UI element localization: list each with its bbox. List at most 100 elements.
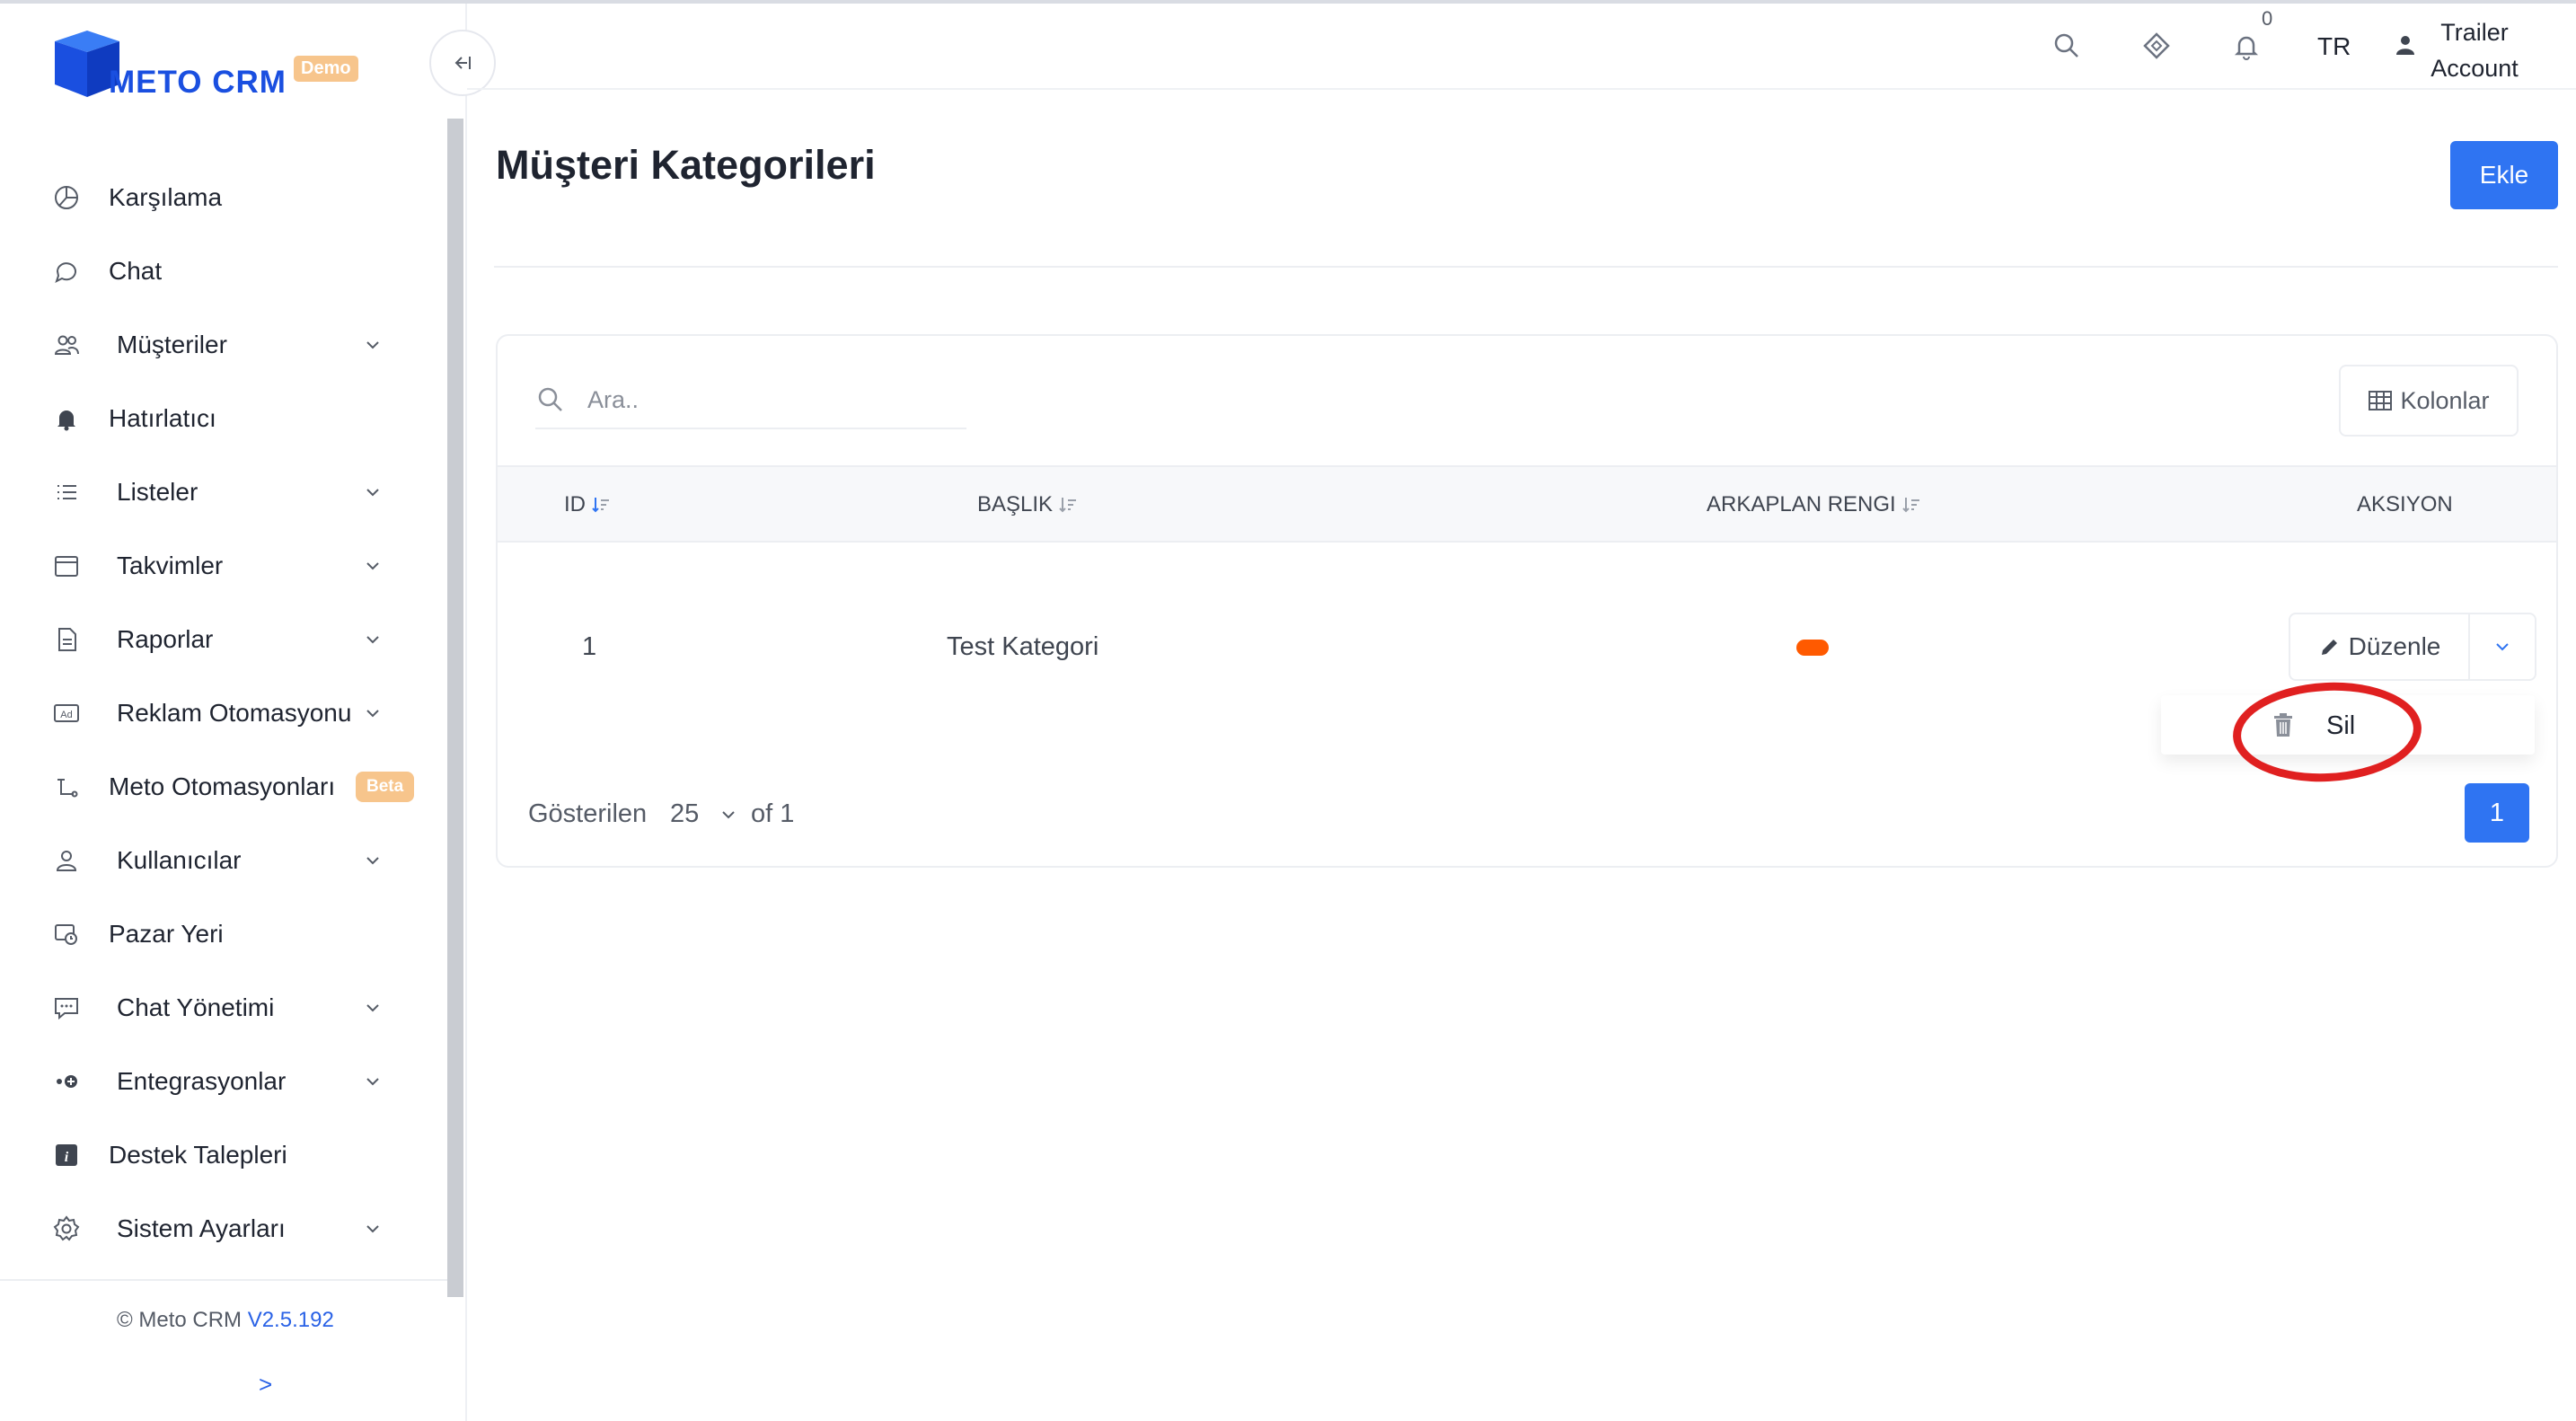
bell-icon[interactable] xyxy=(2231,31,2262,61)
sort-icon xyxy=(1902,498,1919,513)
sidebar-item-hatirlatici[interactable]: Hatırlatıcı xyxy=(0,392,422,446)
header-title-label: BAŞLIK xyxy=(977,492,1054,516)
chat-manage-icon xyxy=(55,998,78,1020)
sidebar-item-label: Takvimler xyxy=(117,552,224,579)
chevron-down-icon xyxy=(366,636,379,644)
marketplace-icon xyxy=(55,924,77,945)
sidebar-item-meto-otomasyonlari[interactable]: Meto Otomasyonları Beta xyxy=(0,760,422,814)
chevron-down-icon xyxy=(2496,643,2509,651)
chevron-down-icon xyxy=(366,857,379,865)
sidebar-item-chat-yonetimi[interactable]: Chat Yönetimi xyxy=(0,981,422,1035)
demo-badge: Demo xyxy=(294,56,358,82)
chevron-down-icon xyxy=(366,489,379,497)
page-button-current[interactable]: 1 xyxy=(2465,783,2529,843)
sidebar-item-label: Kullanıcılar xyxy=(117,846,242,874)
sidebar-item-destek-talepleri[interactable]: i Destek Talepleri xyxy=(0,1128,422,1182)
sort-icon xyxy=(1059,498,1077,513)
sidebar-item-pazar-yeri[interactable]: Pazar Yeri xyxy=(0,907,422,961)
table-header: ID BAŞLIK ARKAPLAN RENGI AKSIYON xyxy=(498,465,2556,543)
sidebar-item-sistem-ayarlari[interactable]: Sistem Ayarları xyxy=(0,1202,422,1256)
copyright-text: © Meto CRM xyxy=(117,1308,243,1332)
sidebar-item-label: Karşılama xyxy=(109,183,223,211)
edit-button[interactable]: Düzenle xyxy=(2289,613,2468,681)
sidebar-item-label: Reklam Otomasyonu xyxy=(117,699,352,727)
pencil-icon xyxy=(2321,640,2337,655)
columns-button[interactable]: Kolonlar xyxy=(2339,365,2519,437)
info-icon: i xyxy=(56,1144,77,1166)
sidebar-item-label: Raporlar xyxy=(117,625,214,653)
columns-label: Kolonlar xyxy=(2400,386,2490,414)
integration-icon xyxy=(57,1075,77,1088)
ad-icon: Ad xyxy=(54,704,79,722)
chevron-down-icon xyxy=(366,562,379,570)
user-menu[interactable]: Trailer Account xyxy=(2425,14,2524,86)
sidebar-item-label: Meto Otomasyonları xyxy=(109,772,336,800)
header-id[interactable]: ID xyxy=(564,492,611,517)
chat-bubble-icon xyxy=(55,262,76,283)
sidebar: METO CRM Demo Karşılama Chat Müşteriler … xyxy=(0,4,467,1421)
language-selector[interactable]: TR xyxy=(2317,32,2351,61)
sidebar-item-label: Hatırlatıcı xyxy=(109,404,216,432)
pie-chart-icon xyxy=(55,186,78,209)
user-name-line1: Trailer xyxy=(2440,19,2509,46)
table-grid-icon xyxy=(2369,391,2393,410)
sidebar-item-label: Müşteriler xyxy=(117,331,227,358)
sidebar-item-takvimler[interactable]: Takvimler xyxy=(0,539,422,593)
sidebar-item-label: Chat xyxy=(109,257,163,285)
pagination-shown-label: Gösterilen xyxy=(528,799,648,828)
edit-label: Düzenle xyxy=(2348,632,2441,660)
action-dropdown-toggle[interactable] xyxy=(2468,613,2536,681)
search-input[interactable] xyxy=(586,377,948,422)
cell-title: Test Kategori xyxy=(947,632,1099,661)
page-size-select[interactable]: 25 xyxy=(670,799,699,829)
search-icon[interactable] xyxy=(2051,31,2082,61)
header-id-label: ID xyxy=(564,492,586,516)
users-icon xyxy=(54,335,79,355)
sidebar-item-label: Listeler xyxy=(117,478,198,506)
search-icon xyxy=(538,387,562,411)
expand-arrow-icon[interactable]: > xyxy=(259,1371,272,1399)
header-title[interactable]: BAŞLIK xyxy=(977,492,1078,517)
sort-icon xyxy=(592,498,609,513)
chevron-down-icon[interactable] xyxy=(719,805,738,825)
collapse-sidebar-button[interactable] xyxy=(429,30,496,96)
collapse-left-icon xyxy=(454,57,471,69)
sidebar-item-chat[interactable]: Chat xyxy=(0,244,422,298)
sidebar-item-listeler[interactable]: Listeler xyxy=(0,465,422,519)
chevron-down-icon xyxy=(366,1004,379,1012)
page-title: Müşteri Kategorileri xyxy=(496,142,876,188)
pagination-total: of 1 xyxy=(751,799,795,828)
sidebar-item-entegrasyonlar[interactable]: Entegrasyonlar xyxy=(0,1055,422,1108)
chevron-down-icon xyxy=(366,1225,379,1233)
topbar-divider xyxy=(467,88,2576,90)
sidebar-item-reklam-otomasyonu[interactable]: Ad Reklam Otomasyonu xyxy=(0,686,422,740)
title-divider xyxy=(494,266,2558,268)
user-icon[interactable] xyxy=(2395,34,2416,56)
user-name-line2: Account xyxy=(2430,55,2519,82)
header-bg-color[interactable]: ARKAPLAN RENGI xyxy=(1707,492,1921,517)
color-swatch xyxy=(1796,640,1829,656)
brand-logo[interactable]: METO CRM Demo xyxy=(49,25,373,106)
add-button[interactable]: Ekle xyxy=(2450,141,2558,209)
report-icon xyxy=(58,628,76,651)
sidebar-item-kullanicilar[interactable]: Kullanıcılar xyxy=(0,834,422,887)
beta-badge: Beta xyxy=(356,772,415,802)
sidebar-footer: © Meto CRM V2.5.192 xyxy=(117,1308,334,1333)
sidebar-item-musteriler[interactable]: Müşteriler xyxy=(0,318,422,372)
version-link[interactable]: V2.5.192 xyxy=(248,1308,334,1332)
sidebar-scrollbar[interactable] xyxy=(447,119,463,1297)
gear-icon xyxy=(53,1215,80,1241)
chevron-down-icon xyxy=(366,1078,379,1086)
table-card: Kolonlar ID BAŞLIK ARKAPLAN RENGI AKSIYO… xyxy=(496,334,2558,868)
notification-count: 0 xyxy=(2262,7,2273,30)
list-icon xyxy=(57,485,76,499)
diamond-icon[interactable] xyxy=(2141,31,2172,61)
chevron-down-icon xyxy=(366,710,379,718)
sidebar-item-karsilama[interactable]: Karşılama xyxy=(0,171,422,225)
search-box xyxy=(535,372,966,429)
sidebar-item-label: Entegrasyonlar xyxy=(117,1067,287,1095)
header-bg-color-label: ARKAPLAN RENGI xyxy=(1707,492,1896,516)
sidebar-item-raporlar[interactable]: Raporlar xyxy=(0,613,422,666)
sidebar-item-label: Chat Yönetimi xyxy=(117,993,275,1021)
header-action-label: AKSIYON xyxy=(2357,492,2453,516)
